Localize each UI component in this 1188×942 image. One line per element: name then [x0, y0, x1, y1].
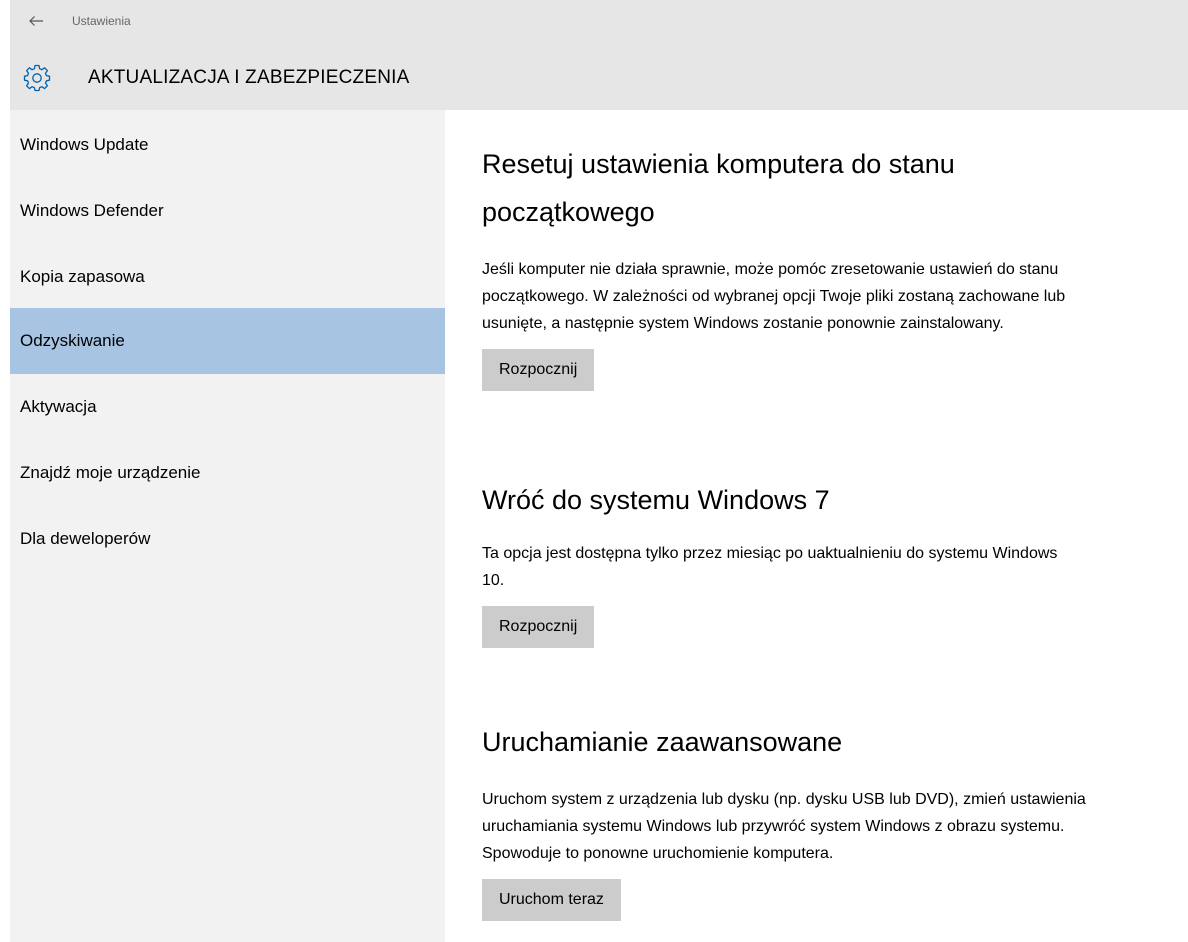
restart-now-button[interactable]: Uruchom teraz	[482, 879, 621, 921]
advanced-startup-section: Uruchamianie zaawansowane Uruchom system…	[482, 718, 1132, 921]
title-row: AKTUALIZACJA I ZABEZPIECZENIA	[10, 58, 409, 98]
sidebar-item-backup[interactable]: Kopia zapasowa	[10, 244, 445, 310]
sidebar-item-windows-update[interactable]: Windows Update	[10, 112, 445, 178]
sidebar-item-label: Windows Defender	[20, 201, 164, 220]
back-row: Ustawienia	[10, 8, 131, 34]
sidebar-item-label: Windows Update	[20, 135, 149, 154]
go-back-start-button[interactable]: Rozpocznij	[482, 606, 595, 648]
go-back-section: Wróć do systemu Windows 7 Ta opcja jest …	[482, 476, 1132, 648]
sidebar-item-label: Znajdź moje urządzenie	[20, 463, 201, 482]
reset-pc-start-button[interactable]: Rozpocznij	[482, 349, 595, 391]
page-title: AKTUALIZACJA I ZABEZPIECZENIA	[88, 67, 410, 88]
header: Ustawienia AKTUALIZACJA I ZABEZPIECZENIA	[10, 0, 1188, 110]
sidebar-item-recovery[interactable]: Odzyskiwanie	[10, 308, 445, 374]
advanced-startup-title: Uruchamianie zaawansowane	[482, 727, 843, 757]
sidebar-item-activation[interactable]: Aktywacja	[10, 374, 445, 440]
settings-window: Ustawienia AKTUALIZACJA I ZABEZPIECZENIA…	[10, 0, 1188, 942]
go-back-description: Ta opcja jest dostępna tylko przez miesi…	[482, 545, 1058, 589]
sidebar-item-label: Kopia zapasowa	[20, 267, 145, 286]
reset-pc-section: Resetuj ustawienia komputera do stanu po…	[482, 140, 1082, 391]
arrow-left-icon[interactable]	[22, 8, 50, 34]
gear-icon	[22, 63, 52, 93]
back-label: Ustawienia	[72, 14, 131, 28]
sidebar-item-label: Odzyskiwanie	[20, 331, 125, 350]
content-pane: Resetuj ustawienia komputera do stanu po…	[445, 110, 1188, 942]
sidebar-item-label: Aktywacja	[20, 397, 97, 416]
reset-pc-title: Resetuj ustawienia komputera do stanu po…	[482, 149, 955, 227]
go-back-title: Wróć do systemu Windows 7	[482, 485, 830, 515]
advanced-startup-description: Uruchom system z urządzenia lub dysku (n…	[482, 791, 1086, 862]
sidebar-item-label: Dla deweloperów	[20, 529, 151, 548]
sidebar-item-for-developers[interactable]: Dla deweloperów	[10, 506, 445, 572]
reset-pc-description: Jeśli komputer nie działa sprawnie, może…	[482, 261, 1066, 332]
sidebar: Windows Update Windows Defender Kopia za…	[10, 110, 445, 942]
sidebar-item-windows-defender[interactable]: Windows Defender	[10, 178, 445, 244]
sidebar-item-find-my-device[interactable]: Znajdź moje urządzenie	[10, 440, 445, 506]
